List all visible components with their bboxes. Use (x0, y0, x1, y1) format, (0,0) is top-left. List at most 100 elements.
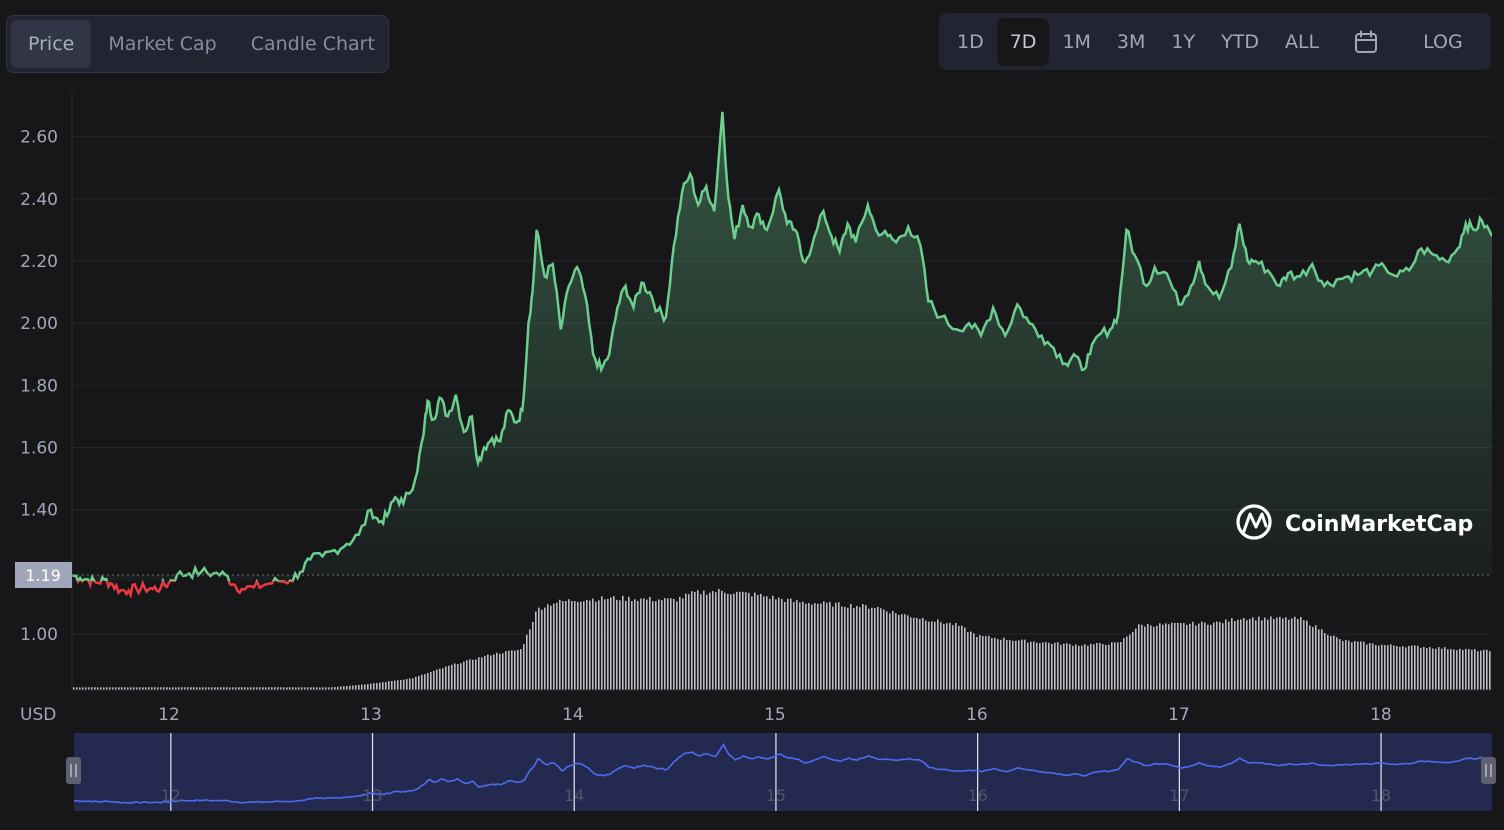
volume-bar (343, 686, 345, 690)
x-tick-label: 15 (764, 705, 786, 725)
volume-bar (679, 596, 681, 690)
volume-bar (1135, 628, 1137, 690)
volume-bar (772, 595, 774, 690)
volume-bar (1171, 622, 1173, 690)
volume-bar (763, 596, 765, 690)
volume-bar (1372, 643, 1374, 690)
y-tick-label: 1.80 (20, 376, 58, 396)
reference-price-label: 1.19 (25, 566, 61, 585)
volume-bar (883, 609, 885, 690)
volume-bar (1339, 639, 1341, 690)
volume-bar (583, 601, 585, 690)
volume-bar (1462, 649, 1464, 690)
volume-bar (493, 654, 495, 690)
volume-bar (1078, 645, 1080, 690)
price-area (72, 111, 1492, 581)
volume-bar (592, 598, 594, 690)
volume-bar (1018, 640, 1020, 690)
volume-bar (817, 603, 819, 690)
volume-bar (472, 659, 474, 690)
volume-bar (1321, 629, 1323, 690)
volume-bar (367, 684, 369, 690)
volume-bar (1054, 642, 1056, 690)
volume-bar (481, 657, 483, 690)
volume-bar (370, 683, 372, 690)
volume-bar (1006, 640, 1008, 690)
volume-bar (859, 607, 861, 690)
volume-bar (1420, 647, 1422, 690)
volume-bar (415, 676, 417, 690)
volume-bar (544, 607, 546, 690)
navigator-tick-label: 13 (362, 786, 382, 805)
volume-bar (547, 604, 549, 690)
navigator[interactable]: 12 13 14 15 16 17 18 (66, 733, 1496, 811)
volume-bar (718, 588, 720, 690)
volume-bar (790, 598, 792, 690)
volume-bar (361, 684, 363, 690)
volume-bar (1093, 644, 1095, 690)
volume-bar (1351, 642, 1353, 690)
volume-bar (1333, 635, 1335, 690)
navigator-handle-right[interactable] (1481, 757, 1496, 784)
volume-bar (1363, 641, 1365, 690)
volume-bar (784, 601, 786, 690)
volume-bar (340, 686, 342, 690)
volume-bar (484, 655, 486, 690)
volume-bar (496, 652, 498, 690)
volume-bar (715, 592, 717, 690)
volume-bar (499, 653, 501, 690)
volume-bar (757, 594, 759, 690)
volume-bar (1342, 641, 1344, 690)
volume-bar (799, 602, 801, 690)
navigator-handle-left[interactable] (66, 757, 81, 784)
volume-bar (748, 592, 750, 690)
volume-bar (1159, 623, 1161, 690)
volume-bar (1447, 649, 1449, 690)
volume-bar (1114, 642, 1116, 690)
volume-bar (1309, 625, 1311, 690)
volume-bar (613, 596, 615, 690)
volume-bar (418, 675, 420, 690)
volume-bar (823, 601, 825, 690)
x-tick-label: 12 (158, 705, 180, 725)
volume-bar (1348, 640, 1350, 690)
volume-bar (943, 623, 945, 690)
volume-bar (1075, 644, 1077, 690)
volume-bar (1063, 643, 1065, 690)
y-tick-label: 2.40 (20, 190, 58, 210)
volume-bar (955, 622, 957, 690)
navigator-tick-label: 15 (766, 786, 786, 805)
volume-bar (568, 599, 570, 690)
volume-bar (529, 629, 531, 690)
volume-bar (619, 600, 621, 690)
volume-bar (478, 657, 480, 690)
volume-bar (877, 606, 879, 690)
volume-bar (1402, 646, 1404, 690)
volume-bar (985, 636, 987, 690)
volume-bar (1450, 649, 1452, 690)
volume-bar (538, 607, 540, 690)
volume-bar (622, 595, 624, 690)
volume-bar (1285, 617, 1287, 690)
volume-bar (634, 599, 636, 690)
volume-bar (1228, 621, 1230, 690)
volume-bar (610, 597, 612, 690)
volume-bar (805, 603, 807, 690)
volume-bar (646, 599, 648, 690)
volume-bar (445, 666, 447, 690)
volume-bar (436, 669, 438, 690)
volume-bar (682, 598, 684, 690)
volume-bar (469, 659, 471, 690)
volume-bar (1465, 648, 1467, 690)
volume-bar (1156, 625, 1158, 690)
volume-bar (400, 680, 402, 690)
volume-bar (601, 596, 603, 690)
volume-bar (1189, 623, 1191, 690)
volume-bar (550, 605, 552, 690)
volume-bar (1246, 620, 1248, 690)
volume-bar (1279, 616, 1281, 690)
volume-bar (970, 631, 972, 690)
volume-bar (1048, 642, 1050, 690)
volume-bar (889, 613, 891, 690)
volume-bar (1129, 634, 1131, 690)
